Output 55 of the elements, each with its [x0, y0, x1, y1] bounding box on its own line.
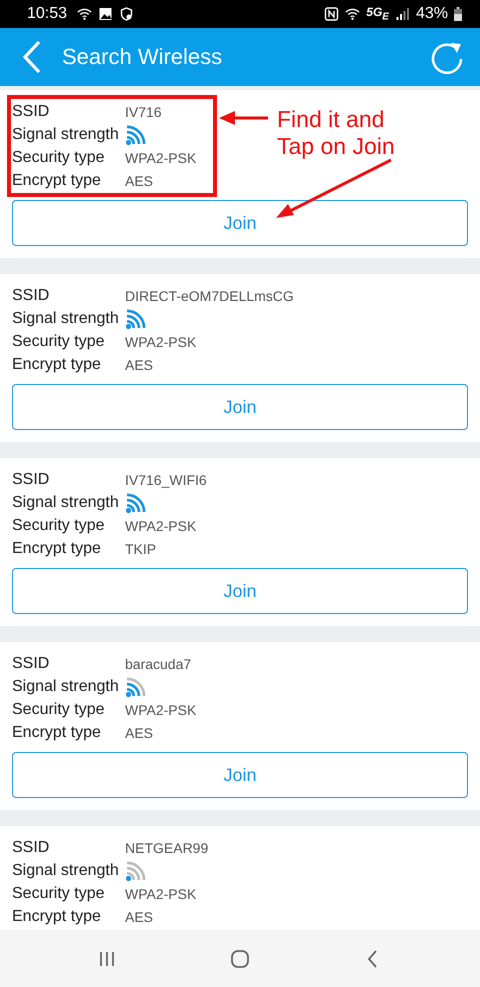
wifi-icon — [77, 7, 92, 21]
field-label: Signal strength — [12, 494, 120, 512]
field-value: WPA2-PSK — [125, 518, 196, 534]
join-button[interactable]: Join — [12, 752, 468, 798]
field-label: Signal strength — [12, 310, 120, 328]
field-label: SSID — [12, 654, 50, 672]
clock-text: 10:53 — [27, 5, 68, 23]
field-value: AES — [125, 172, 154, 188]
field-value: AES — [125, 908, 154, 924]
field-label: Security type — [12, 332, 106, 350]
field-value: baracuda7 — [125, 656, 192, 672]
field-label: Security type — [12, 700, 106, 718]
signal-bars-icon — [394, 7, 410, 21]
field-value: AES — [125, 356, 154, 372]
field-value: TKIP — [125, 540, 156, 556]
image-icon — [98, 7, 114, 21]
screen-title: Search Wireless — [62, 44, 224, 70]
field-label: Signal strength — [12, 678, 120, 696]
battery-icon — [454, 7, 462, 21]
annotation-arrow — [219, 110, 269, 126]
field-value: DIRECT-eOM7DELLmsCG — [125, 288, 294, 304]
field-value: WPA2-PSK — [125, 334, 196, 350]
field-value: WPA2-PSK — [125, 702, 196, 718]
field-label: Security type — [12, 148, 106, 166]
field-label: Encrypt type — [12, 724, 102, 742]
join-button[interactable]: Join — [12, 384, 468, 430]
field-value: WPA2-PSK — [125, 150, 196, 166]
field-label: Signal strength — [12, 862, 120, 880]
field-label: SSID — [12, 286, 50, 304]
field-value: WPA2-PSK — [125, 886, 196, 902]
field-value: AES — [125, 724, 154, 740]
field-label: Security type — [12, 516, 106, 534]
field-value: IV716 — [125, 104, 162, 120]
field-label: SSID — [12, 470, 50, 488]
annotation-text: Find it and Tap on Join — [277, 106, 396, 160]
refresh-button[interactable] — [430, 40, 464, 74]
field-label: Encrypt type — [12, 356, 102, 374]
field-label: Signal strength — [12, 126, 120, 144]
field-label: SSID — [12, 102, 50, 120]
network-type-text: 5G$_{E}$ — [366, 5, 389, 23]
field-label: Security type — [12, 884, 106, 902]
join-button[interactable]: Join — [12, 568, 468, 614]
field-label: Encrypt type — [12, 540, 102, 558]
back-button[interactable] — [22, 40, 42, 74]
join-button[interactable]: Join — [12, 200, 468, 246]
home-icon[interactable] — [230, 948, 250, 968]
wifi-icon — [345, 7, 360, 21]
battery-text: 43% — [416, 5, 448, 23]
field-label: SSID — [12, 838, 50, 856]
field-value: IV716_WIFI6 — [125, 472, 207, 488]
field-label: Encrypt type — [12, 908, 102, 926]
nfc-icon — [324, 7, 340, 21]
shield-icon — [119, 7, 134, 21]
field-label: Encrypt type — [12, 172, 102, 190]
field-value: NETGEAR99 — [125, 840, 208, 856]
